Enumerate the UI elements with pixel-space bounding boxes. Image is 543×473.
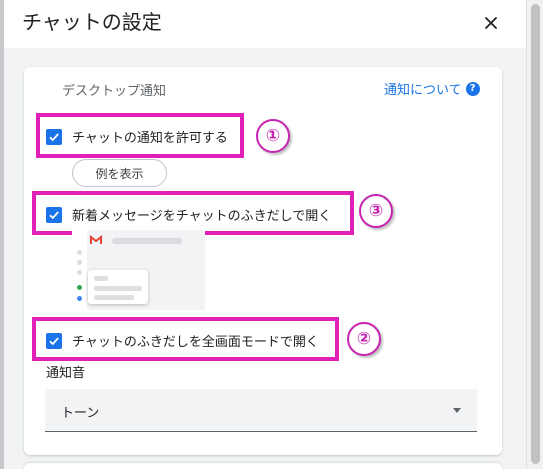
close-icon — [485, 17, 497, 29]
open-bubble-fullscreen-option[interactable]: チャットのふきだしを全画面モードで開く — [46, 331, 319, 350]
notification-sound-select[interactable]: トーン — [45, 389, 477, 432]
scrollbar-thumb[interactable] — [531, 4, 540, 464]
dropdown-arrow-icon — [453, 408, 461, 413]
preview-search-bar — [112, 238, 182, 244]
preview-dot — [77, 250, 82, 255]
dialog-title: チャットの設定 — [22, 10, 162, 34]
section-title: デスクトップ通知 — [62, 84, 167, 99]
next-settings-card — [24, 463, 502, 473]
preview-dot — [77, 285, 82, 290]
option-label: チャットのふきだしを全画面モードで開く — [72, 335, 319, 350]
notification-sound-label: 通知音 — [46, 366, 86, 381]
preview-chat-bubble — [88, 270, 148, 304]
option-label: 新着メッセージをチャットのふきだしで開く — [72, 209, 332, 224]
help-link-label: 通知について — [384, 83, 462, 98]
help-icon: ? — [465, 81, 480, 96]
preview-dot — [77, 260, 82, 265]
annotation-number: ② — [347, 322, 381, 356]
close-button[interactable] — [478, 10, 504, 36]
preview-line — [94, 295, 134, 300]
option-label: チャットの通知を許可する — [72, 131, 228, 146]
selected-sound: トーン — [61, 406, 100, 421]
checkmark-icon — [49, 210, 59, 219]
annotation-number: ③ — [359, 194, 393, 228]
show-example-button[interactable]: 例を表示 — [72, 159, 167, 187]
open-in-bubble-checkbox[interactable] — [46, 206, 62, 223]
open-fullscreen-checkbox[interactable] — [46, 332, 62, 349]
checkmark-icon — [49, 336, 59, 345]
chat-bubble-preview-image — [72, 230, 205, 310]
allow-notifications-checkbox[interactable] — [46, 128, 62, 145]
preview-line — [94, 286, 142, 291]
gmail-logo-icon — [90, 235, 102, 244]
open-in-bubble-option[interactable]: 新着メッセージをチャットのふきだしで開く — [46, 205, 331, 224]
preview-line — [94, 276, 108, 281]
allow-chat-notifications-option[interactable]: チャットの通知を許可する — [46, 127, 228, 146]
scrollbar[interactable] — [526, 0, 543, 469]
checkmark-icon — [49, 132, 59, 141]
preview-dot — [77, 296, 82, 301]
notifications-help-link[interactable]: 通知について ? — [384, 79, 480, 98]
preview-dot — [77, 270, 82, 275]
annotation-number: ① — [256, 119, 290, 153]
